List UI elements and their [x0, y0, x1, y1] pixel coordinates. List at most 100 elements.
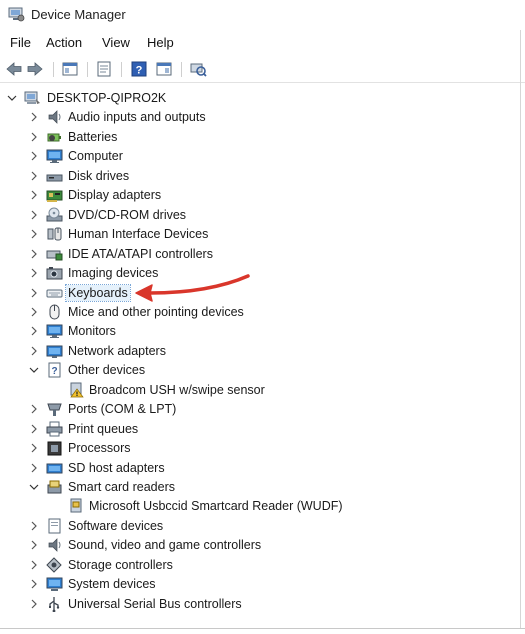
- chevron-right-icon[interactable]: [29, 463, 39, 473]
- chevron-right-icon[interactable]: [29, 404, 39, 414]
- tree-category-audio-inputs-and-outputs[interactable]: Audio inputs and outputs: [0, 108, 525, 127]
- tree-category-display-adapters[interactable]: Display adapters: [0, 186, 525, 205]
- chevron-right-icon[interactable]: [29, 249, 39, 259]
- tree-root[interactable]: DESKTOP-QIPRO2K: [0, 89, 525, 108]
- tree-category-processors[interactable]: Processors: [0, 439, 525, 458]
- tree-category-system-devices[interactable]: System devices: [0, 575, 525, 594]
- tree-category-print-queues[interactable]: Print queues: [0, 420, 525, 439]
- tree-category-sd-host-adapters[interactable]: SD host adapters: [0, 459, 525, 478]
- tree-category-universal-serial-bus-controllers[interactable]: Universal Serial Bus controllers: [0, 595, 525, 614]
- chevron-right-icon[interactable]: [29, 151, 39, 161]
- forward-icon[interactable]: [26, 60, 44, 78]
- chevron-right-icon[interactable]: [29, 307, 39, 317]
- smart-card-device-icon: [70, 498, 82, 513]
- printer-icon: [46, 421, 63, 437]
- speaker-icon: [48, 110, 61, 125]
- port-icon: [47, 403, 62, 417]
- tree-category-smart-card-readers[interactable]: Smart card readers: [0, 478, 525, 497]
- tree-category-disk-drives[interactable]: Disk drives: [0, 167, 525, 186]
- warning-device-icon: [70, 382, 84, 398]
- tree-category-label: System devices: [68, 577, 156, 592]
- tree-category-software-devices[interactable]: Software devices: [0, 517, 525, 536]
- help-icon[interactable]: ?: [130, 60, 148, 78]
- svg-text:?: ?: [51, 366, 57, 377]
- tree-category-human-interface-devices[interactable]: Human Interface Devices: [0, 225, 525, 244]
- view-icon[interactable]: [155, 60, 173, 78]
- smart-card-reader-icon: [47, 480, 62, 494]
- chevron-right-icon[interactable]: [29, 346, 39, 356]
- tree-category-label: DVD/CD-ROM drives: [68, 207, 187, 222]
- menu-action[interactable]: Action: [46, 35, 82, 50]
- tree-category-label: Network adapters: [68, 343, 166, 358]
- tree-category-computer[interactable]: Computer: [0, 147, 525, 166]
- chevron-right-icon[interactable]: [29, 210, 39, 220]
- network-adapter-icon: [46, 345, 63, 358]
- chevron-down-icon[interactable]: [29, 482, 39, 492]
- chevron-right-icon[interactable]: [29, 599, 39, 609]
- back-icon[interactable]: [5, 60, 23, 78]
- toolbar-separator: [181, 62, 182, 77]
- toolbar: ?: [0, 56, 525, 83]
- chevron-down-icon[interactable]: [7, 93, 17, 103]
- chevron-right-icon[interactable]: [29, 326, 39, 336]
- chevron-right-icon[interactable]: [29, 540, 39, 550]
- tree-category-monitors[interactable]: Monitors: [0, 322, 525, 341]
- chevron-right-icon[interactable]: [29, 560, 39, 570]
- chevron-right-icon[interactable]: [29, 229, 39, 239]
- chevron-right-icon[interactable]: [29, 443, 39, 453]
- tree-category-ports-com-lpt[interactable]: Ports (COM & LPT): [0, 400, 525, 419]
- keyboard-icon: [46, 289, 63, 297]
- tree-device-microsoft-usbccid-smartcard-reader-wudf[interactable]: Microsoft Usbccid Smartcard Reader (WUDF…: [0, 497, 525, 516]
- tree-category-keyboards[interactable]: Keyboards: [0, 283, 525, 303]
- chevron-right-icon[interactable]: [29, 112, 39, 122]
- usb-icon: [49, 596, 60, 612]
- menu-file[interactable]: File: [10, 35, 31, 50]
- tree-category-imaging-devices[interactable]: Imaging devices: [0, 264, 525, 283]
- tree-category-label: Keyboards: [65, 283, 131, 302]
- menu-view[interactable]: View: [102, 35, 130, 50]
- tree-category-label: Batteries: [68, 129, 118, 144]
- tree-category-dvd-cd-rom-drives[interactable]: DVD/CD-ROM drives: [0, 206, 525, 225]
- menu-bar: File Action View Help: [0, 33, 525, 53]
- chevron-right-icon[interactable]: [29, 268, 39, 278]
- tree-category-ide-ata-atapi-controllers[interactable]: IDE ATA/ATAPI controllers: [0, 245, 525, 264]
- tree-category-label: Audio inputs and outputs: [68, 110, 206, 125]
- tree-category-label: IDE ATA/ATAPI controllers: [68, 246, 213, 261]
- window-title: Device Manager: [31, 7, 126, 22]
- tree-category-label: Computer: [68, 149, 123, 164]
- tree-category-label: Smart card readers: [68, 480, 175, 494]
- show-hide-console-tree-icon[interactable]: [61, 60, 79, 78]
- monitor-icon: [46, 149, 63, 164]
- tree-category-label: Print queues: [68, 421, 139, 436]
- chevron-right-icon[interactable]: [29, 132, 39, 142]
- tree-category-label: Human Interface Devices: [68, 227, 209, 242]
- chevron-right-icon[interactable]: [29, 288, 39, 298]
- chevron-right-icon[interactable]: [29, 424, 39, 434]
- window-border-right: [520, 30, 521, 628]
- chevron-right-icon[interactable]: [29, 190, 39, 200]
- scan-hardware-icon[interactable]: [189, 60, 207, 78]
- tree-category-sound-video-and-game-controllers[interactable]: Sound, video and game controllers: [0, 536, 525, 555]
- computer-root-icon: [24, 91, 40, 104]
- dvd-drive-icon: [46, 207, 63, 222]
- properties-icon[interactable]: [95, 60, 113, 78]
- tree-category-label: Display adapters: [68, 188, 162, 203]
- chevron-right-icon[interactable]: [29, 579, 39, 589]
- chevron-right-icon[interactable]: [29, 521, 39, 531]
- tree-category-label: Universal Serial Bus controllers: [68, 596, 242, 611]
- tree-category-mice-and-other-pointing-devices[interactable]: Mice and other pointing devices: [0, 303, 525, 322]
- hid-icon: [47, 227, 62, 241]
- tree-category-label: SD host adapters: [68, 460, 165, 475]
- tree-device-label: Microsoft Usbccid Smartcard Reader (WUDF…: [89, 499, 343, 514]
- tree-category-batteries[interactable]: Batteries: [0, 128, 525, 147]
- tree-category-other-devices[interactable]: ? Other devices: [0, 361, 525, 380]
- tree-category-network-adapters[interactable]: Network adapters: [0, 342, 525, 361]
- tree-category-storage-controllers[interactable]: Storage controllers: [0, 556, 525, 575]
- chevron-right-icon[interactable]: [29, 171, 39, 181]
- tree-device-broadcom-ush-w-swipe-sensor[interactable]: Broadcom USH w/swipe sensor: [0, 381, 525, 400]
- menu-help[interactable]: Help: [147, 35, 174, 50]
- toolbar-separator: [53, 62, 54, 77]
- svg-text:?: ?: [136, 65, 143, 77]
- chevron-down-icon[interactable]: [29, 365, 39, 375]
- storage-controller-icon: [46, 557, 62, 573]
